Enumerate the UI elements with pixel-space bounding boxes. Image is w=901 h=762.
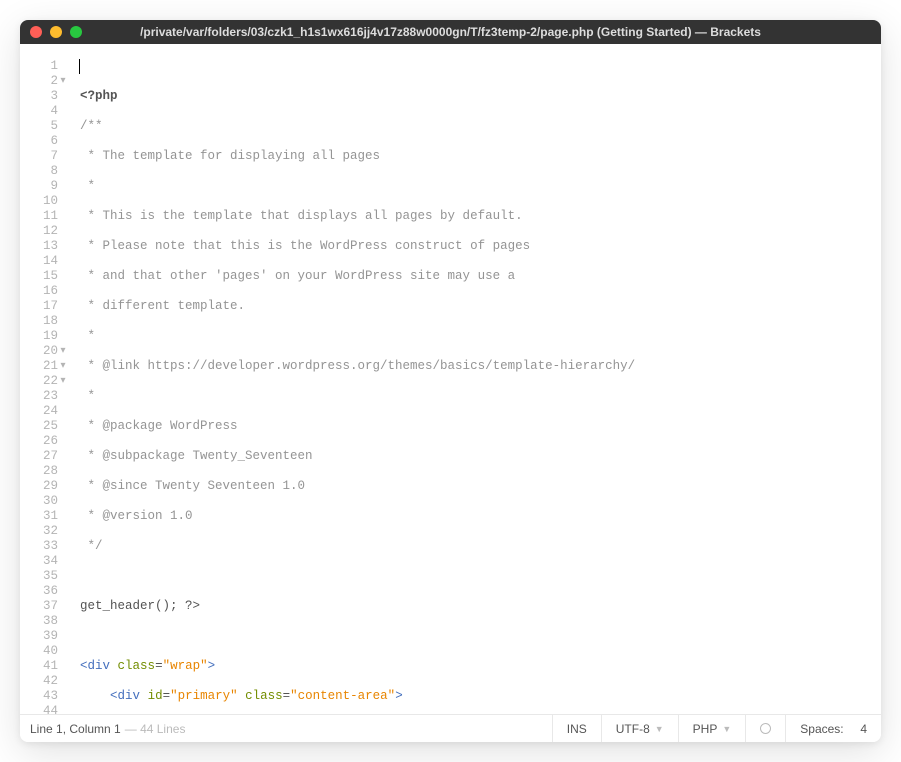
code-token: * @link https://developer.wordpress.org/… [80, 359, 635, 373]
line-number[interactable]: 41 [30, 659, 58, 674]
code-token: < [80, 659, 88, 673]
line-number[interactable]: 16 [30, 284, 58, 299]
line-number[interactable]: 27 [30, 449, 58, 464]
line-number[interactable]: 30 [30, 494, 58, 509]
line-number[interactable]: 2▾ [30, 74, 58, 89]
indentation-selector[interactable]: Spaces: 4 [785, 715, 881, 742]
code-token: * [80, 329, 95, 343]
code-token: * @package WordPress [80, 419, 238, 433]
code-token: "primary" [170, 689, 238, 703]
code-token: > [395, 689, 403, 703]
code-token: class [118, 659, 156, 673]
chevron-down-icon: ▼ [655, 724, 664, 734]
line-number[interactable]: 12 [30, 224, 58, 239]
code-token: <?php [80, 89, 118, 103]
line-number[interactable]: 44 [30, 704, 58, 714]
line-number[interactable]: 6 [30, 134, 58, 149]
line-number[interactable]: 25 [30, 419, 58, 434]
line-number[interactable]: 22▾ [30, 374, 58, 389]
code-token: * and that other 'pages' on your WordPre… [80, 269, 515, 283]
line-number[interactable]: 19 [30, 329, 58, 344]
code-token: * The template for displaying all pages [80, 149, 380, 163]
code-token: < [110, 689, 118, 703]
chevron-down-icon: ▼ [722, 724, 731, 734]
line-number[interactable]: 33 [30, 539, 58, 554]
code-token: * [80, 389, 95, 403]
line-number[interactable]: 40 [30, 644, 58, 659]
line-number[interactable]: 34 [30, 554, 58, 569]
line-number[interactable]: 9 [30, 179, 58, 194]
code-token: * This is the template that displays all… [80, 209, 523, 223]
code-token: * @version 1.0 [80, 509, 193, 523]
line-number[interactable]: 21▾ [30, 359, 58, 374]
window-title: /private/var/folders/03/czk1_h1s1wx616jj… [140, 25, 761, 39]
code-token [80, 689, 110, 703]
line-number[interactable]: 24 [30, 404, 58, 419]
line-number[interactable]: 15 [30, 269, 58, 284]
code-token: * @since Twenty Seventeen 1.0 [80, 479, 305, 493]
line-number[interactable]: 13 [30, 239, 58, 254]
maximize-window-button[interactable] [70, 26, 82, 38]
line-number[interactable]: 10 [30, 194, 58, 209]
encoding-selector[interactable]: UTF-8▼ [601, 715, 678, 742]
line-number[interactable]: 31 [30, 509, 58, 524]
language-selector[interactable]: PHP▼ [678, 715, 746, 742]
insert-mode-indicator[interactable]: INS [552, 715, 601, 742]
line-number[interactable]: 38 [30, 614, 58, 629]
line-number-gutter[interactable]: 12▾34567891011121314151617181920▾21▾22▾2… [20, 44, 66, 714]
line-number[interactable]: 35 [30, 569, 58, 584]
circle-icon [760, 723, 771, 734]
line-number[interactable]: 17 [30, 299, 58, 314]
line-number[interactable]: 8 [30, 164, 58, 179]
line-number[interactable]: 28 [30, 464, 58, 479]
editor-window: /private/var/folders/03/czk1_h1s1wx616jj… [20, 20, 881, 742]
line-number[interactable]: 4 [30, 104, 58, 119]
cursor-position[interactable]: Line 1, Column 1 — 44 Lines [20, 715, 552, 742]
text-cursor [79, 59, 80, 74]
code-token: * [80, 179, 95, 193]
code-area[interactable]: <?php /** * The template for displaying … [66, 44, 881, 714]
code-token: id [148, 689, 163, 703]
line-number[interactable]: 39 [30, 629, 58, 644]
code-token: = [155, 659, 163, 673]
line-number[interactable]: 14 [30, 254, 58, 269]
code-token: "wrap" [163, 659, 208, 673]
code-token: get_header(); ?> [80, 599, 200, 613]
code-token: > [208, 659, 216, 673]
line-number[interactable]: 11 [30, 209, 58, 224]
titlebar[interactable]: /private/var/folders/03/czk1_h1s1wx616jj… [20, 20, 881, 44]
code-token: div [118, 689, 141, 703]
code-token: * @subpackage Twenty_Seventeen [80, 449, 313, 463]
line-number[interactable]: 23 [30, 389, 58, 404]
minimize-window-button[interactable] [50, 26, 62, 38]
line-number[interactable]: 37 [30, 599, 58, 614]
close-window-button[interactable] [30, 26, 42, 38]
code-token: /** [80, 119, 103, 133]
line-number[interactable]: 20▾ [30, 344, 58, 359]
code-token: * different template. [80, 299, 245, 313]
code-token: * Please note that this is the WordPress… [80, 239, 530, 253]
code-token: div [88, 659, 111, 673]
linting-indicator[interactable] [745, 715, 785, 742]
line-number[interactable]: 32 [30, 524, 58, 539]
traffic-lights [30, 26, 82, 38]
status-bar: Line 1, Column 1 — 44 Lines INS UTF-8▼ P… [20, 714, 881, 742]
line-number[interactable]: 5 [30, 119, 58, 134]
code-token: */ [80, 539, 103, 553]
line-number[interactable]: 1 [30, 59, 58, 74]
code-editor[interactable]: 12▾34567891011121314151617181920▾21▾22▾2… [20, 44, 881, 714]
line-number[interactable]: 29 [30, 479, 58, 494]
line-number[interactable]: 42 [30, 674, 58, 689]
line-number[interactable]: 18 [30, 314, 58, 329]
line-number[interactable]: 7 [30, 149, 58, 164]
line-number[interactable]: 26 [30, 434, 58, 449]
code-token: class [245, 689, 283, 703]
code-token: "content-area" [290, 689, 395, 703]
line-number[interactable]: 3 [30, 89, 58, 104]
line-number[interactable]: 36 [30, 584, 58, 599]
line-number[interactable]: 43 [30, 689, 58, 704]
